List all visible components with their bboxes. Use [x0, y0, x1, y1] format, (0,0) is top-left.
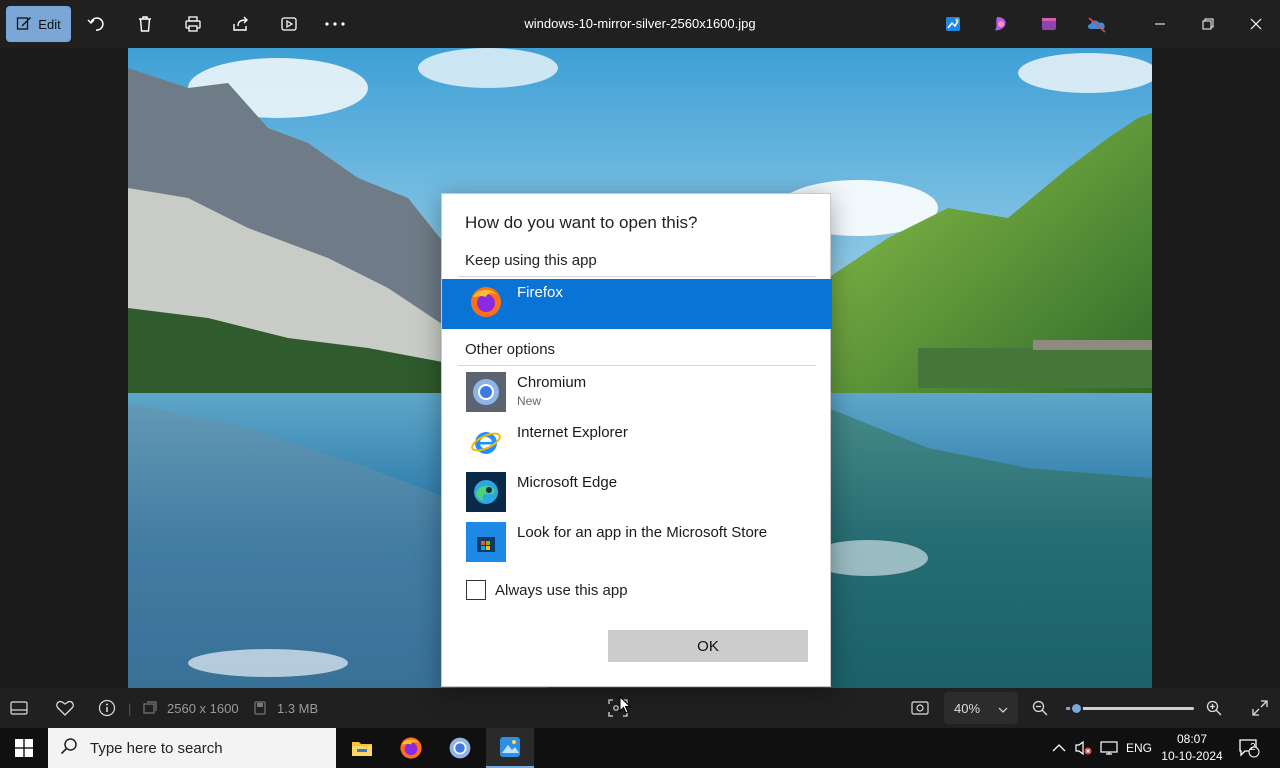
photo-editor-icon[interactable] [941, 12, 965, 36]
keep-using-heading: Keep using this app [465, 252, 597, 269]
search-placeholder: Type here to search [90, 739, 223, 757]
rotate-icon[interactable] [85, 12, 109, 36]
zoom-slider[interactable] [1066, 702, 1194, 715]
chromium-icon [466, 372, 506, 412]
taskbar-clock[interactable]: 08:07 10-10-2024 [1158, 731, 1226, 765]
internet-explorer-icon [466, 422, 506, 462]
volume-muted-icon[interactable] [1075, 728, 1093, 768]
microsoft-store-icon [466, 522, 506, 562]
app-name: Microsoft Edge [517, 474, 618, 491]
chevron-down-icon [998, 701, 1008, 716]
input-language[interactable]: ENG [1126, 728, 1152, 768]
edit-icon [16, 15, 32, 34]
taskbar-chromium-icon[interactable] [436, 728, 484, 768]
open-with-dialog: How do you want to open this? Keep using… [441, 193, 832, 687]
app-option-internet-explorer[interactable]: Internet Explorer [442, 419, 832, 469]
network-icon[interactable] [1100, 728, 1118, 768]
file-size: 1.3 MB [277, 700, 319, 716]
minimize-icon[interactable] [1148, 12, 1172, 36]
zoom-level-dropdown[interactable]: 40% [944, 692, 1018, 724]
actual-size-icon[interactable] [911, 688, 929, 728]
restore-icon[interactable] [1196, 12, 1220, 36]
top-toolbar: Edit windows-10-mirror-silver-2560x1600.… [0, 0, 1280, 48]
close-icon[interactable] [1244, 12, 1268, 36]
show-hidden-icons-chevron-icon[interactable] [1052, 728, 1066, 768]
more-options-icon[interactable] [323, 12, 347, 36]
photos-app-window: Edit windows-10-mirror-silver-2560x1600.… [0, 0, 1280, 768]
microsoft-edge-icon [466, 472, 506, 512]
file-explorer-icon[interactable] [338, 728, 386, 768]
divider [458, 276, 816, 277]
filmstrip-icon[interactable] [10, 688, 28, 728]
notification-count: 2 [1250, 742, 1256, 753]
image-dimensions: 2560 x 1600 [167, 700, 239, 716]
windows-start-icon[interactable] [0, 728, 48, 768]
file-size-icon [254, 688, 266, 728]
info-icon[interactable] [98, 688, 116, 728]
onedrive-icon[interactable] [1085, 12, 1109, 36]
edit-label: Edit [38, 16, 61, 32]
app-name: Internet Explorer [517, 424, 628, 441]
app-name: Firefox [517, 284, 563, 301]
status-bar: | 2560 x 1600 1.3 MB 40% [0, 688, 1280, 728]
edit-button[interactable]: Edit [6, 6, 71, 42]
notification-center-icon[interactable]: 2 [1238, 728, 1260, 768]
app-name: Look for an app in the Microsoft Store [517, 524, 768, 541]
taskbar-photos-icon[interactable] [486, 728, 534, 768]
app-option-firefox[interactable]: Firefox [442, 279, 832, 329]
status-divider: | [128, 700, 132, 716]
share-icon[interactable] [229, 12, 253, 36]
print-icon[interactable] [181, 12, 205, 36]
slideshow-icon[interactable] [277, 12, 301, 36]
mouse-cursor-icon [619, 695, 632, 719]
always-use-label: Always use this app [495, 581, 628, 599]
zoom-slider-thumb[interactable] [1070, 702, 1083, 715]
search-icon [60, 737, 78, 759]
app-option-microsoft-store[interactable]: Look for an app in the Microsoft Store [442, 519, 832, 569]
app-new-badge: New [517, 394, 542, 408]
file-title: windows-10-mirror-silver-2560x1600.jpg [524, 16, 756, 31]
other-options-heading: Other options [465, 341, 556, 358]
clock-time: 08:07 [1176, 732, 1208, 746]
taskbar-search-box[interactable]: Type here to search [48, 728, 336, 768]
app-option-microsoft-edge[interactable]: Microsoft Edge [442, 469, 832, 519]
firefox-icon [466, 282, 506, 322]
fullscreen-icon[interactable] [1252, 688, 1268, 728]
zoom-in-icon[interactable] [1206, 688, 1222, 728]
dialog-title: How do you want to open this? [465, 213, 698, 232]
zoom-out-icon[interactable] [1032, 688, 1048, 728]
always-use-checkbox[interactable] [466, 580, 486, 600]
favorite-heart-icon[interactable] [56, 688, 74, 728]
video-editor-icon[interactable] [1037, 12, 1061, 36]
delete-icon[interactable] [133, 12, 157, 36]
clipchamp-icon[interactable] [989, 12, 1013, 36]
zoom-level-value: 40% [954, 700, 981, 716]
always-use-row[interactable]: Always use this app [466, 580, 628, 600]
ok-button[interactable]: OK [608, 630, 808, 662]
app-option-chromium[interactable]: Chromium New [442, 369, 832, 419]
divider [458, 365, 816, 366]
taskbar-firefox-icon[interactable] [387, 728, 435, 768]
app-name: Chromium [517, 374, 587, 391]
clock-date: 10-10-2024 [1161, 749, 1223, 763]
windows-taskbar: Type here to search ENG 08:07 10-10-2024 [0, 728, 1280, 768]
dimensions-icon [143, 688, 157, 728]
